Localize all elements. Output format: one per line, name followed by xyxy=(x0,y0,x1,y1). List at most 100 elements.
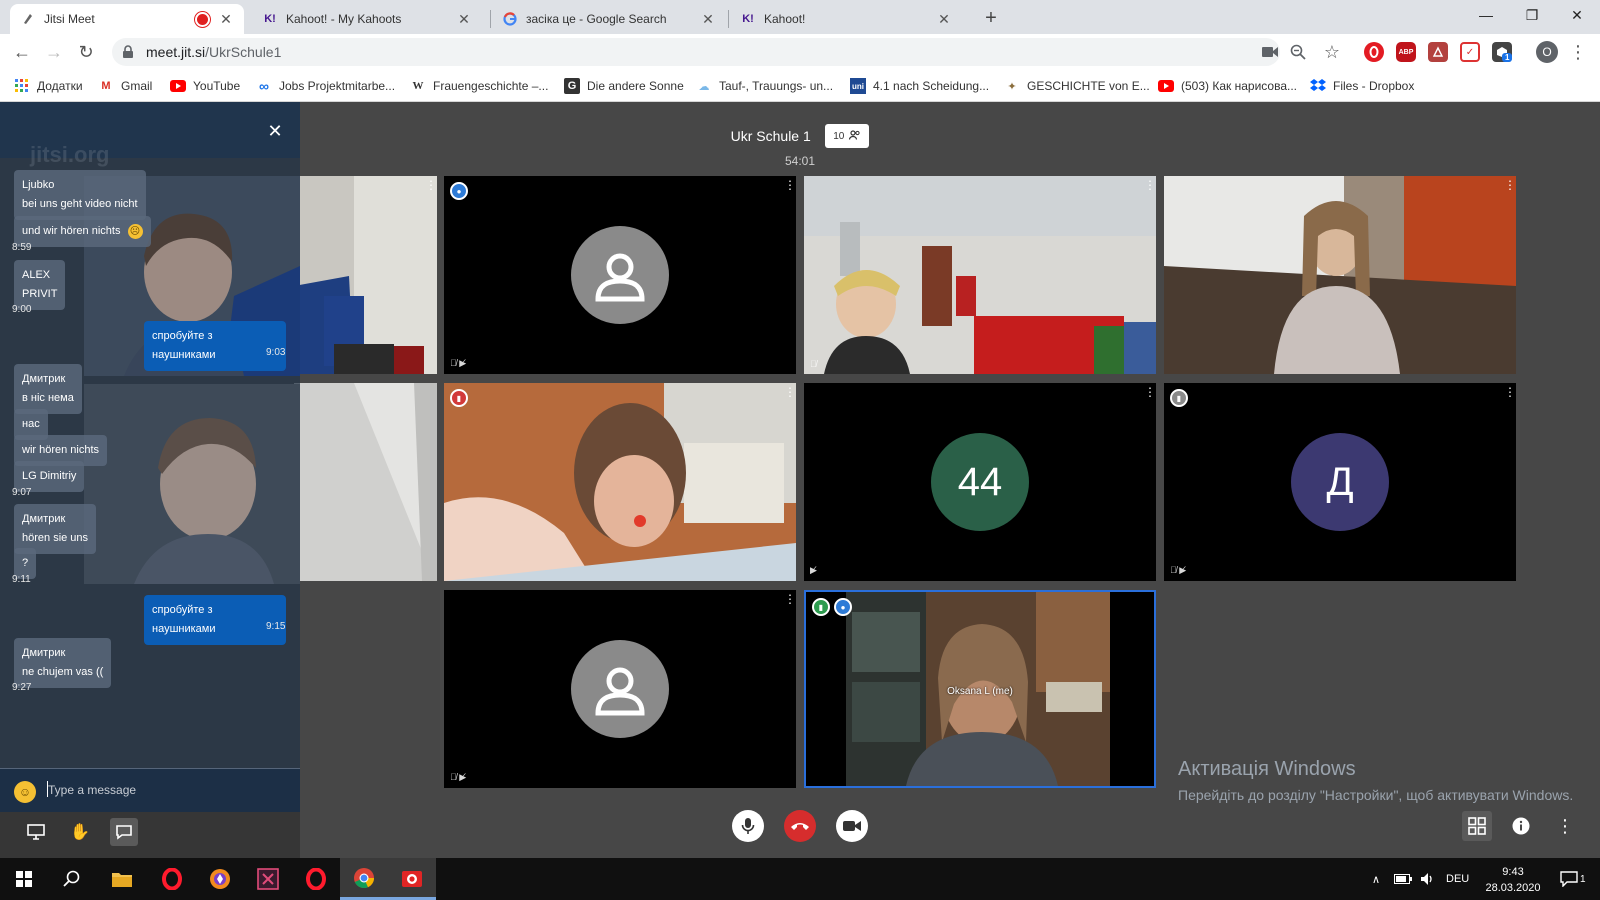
gmail-icon: M xyxy=(101,80,111,92)
bookmark-scheidung[interactable]: uni 4.1 nach Scheidung... xyxy=(850,76,989,96)
extensions-icon[interactable]: 1 xyxy=(1492,42,1513,62)
info-icon xyxy=(1512,817,1530,835)
self-view-tile[interactable]: ▮ ● Oksana L (me) xyxy=(804,590,1156,788)
participant-tile-6[interactable]: ▮ ⋮ xyxy=(444,383,796,581)
tab-google-search[interactable]: засіка це - Google Search ✕ xyxy=(492,4,726,34)
browser-menu-icon[interactable]: ⋮ xyxy=(1566,40,1590,64)
participant-tile-1[interactable]: ⋮ xyxy=(294,176,437,374)
message-text: wir hören nichts xyxy=(22,444,100,456)
adblock-plus-icon[interactable]: ABP xyxy=(1396,42,1416,62)
zoom-icon[interactable] xyxy=(1286,40,1310,64)
bookmark-gmail[interactable]: M Gmail xyxy=(98,76,152,96)
close-tab-icon[interactable]: ✕ xyxy=(936,11,952,28)
message-sender: Дмитрик xyxy=(22,647,66,659)
participant-tile-5[interactable] xyxy=(294,383,437,581)
youtube-icon xyxy=(170,78,186,94)
info-button[interactable] xyxy=(1506,811,1536,841)
tile-menu-icon[interactable]: ⋮ xyxy=(425,179,437,191)
camera-permission-icon[interactable] xyxy=(1258,40,1282,64)
tile-menu-icon[interactable]: ⋮ xyxy=(784,386,796,398)
chat-message-input[interactable]: Type a message xyxy=(48,783,136,797)
windows-start-icon[interactable] xyxy=(0,858,48,900)
close-window-icon[interactable]: ✕ xyxy=(1554,0,1600,30)
g-square-icon: G xyxy=(564,78,580,94)
close-chat-icon[interactable]: ✕ xyxy=(264,120,286,142)
message-text: bei uns geht video nicht xyxy=(22,198,138,210)
tile-menu-icon[interactable]: ⋮ xyxy=(1144,386,1156,398)
tab-kahoot[interactable]: K! Kahoot! ✕ xyxy=(730,4,962,34)
bookmark-youtube-503[interactable]: (503) Как нарисова... xyxy=(1158,76,1297,96)
system-clock[interactable]: 9:43 28.03.2020 xyxy=(1478,864,1548,896)
opera-icon[interactable] xyxy=(148,858,196,900)
tile-menu-icon[interactable]: ⋮ xyxy=(1504,386,1516,398)
tile-menu-icon[interactable]: ⋮ xyxy=(1504,179,1516,191)
tab-jitsi-meet[interactable]: Jitsi Meet ✕ xyxy=(10,4,244,34)
participant-tile-7[interactable]: 44 ⋮ ▶̸ xyxy=(804,383,1156,581)
infinity-icon: ∞ xyxy=(259,78,269,94)
participant-tile-3[interactable]: ⋮ 🎙̸ xyxy=(804,176,1156,374)
message-timestamp: 9:27 xyxy=(12,682,32,693)
close-tab-icon[interactable]: ✕ xyxy=(456,11,472,28)
tile-menu-icon[interactable]: ⋮ xyxy=(784,593,796,605)
browser-shield-icon[interactable] xyxy=(196,858,244,900)
bookmark-dropbox[interactable]: Files - Dropbox xyxy=(1310,76,1414,96)
bookmark-jobs[interactable]: ∞ Jobs Projektmitarbe... xyxy=(256,76,395,96)
chat-message-received: Дмитрик в нiс нема xyxy=(14,364,82,414)
bookmark-label: Додатки xyxy=(37,79,83,93)
hangup-button[interactable] xyxy=(784,810,816,842)
microphone-toggle-button[interactable] xyxy=(732,810,764,842)
tile-view-toggle-button[interactable] xyxy=(1462,811,1492,841)
participant-tile-4[interactable]: ⋮ xyxy=(1164,176,1516,374)
screenshare-button[interactable] xyxy=(22,818,50,846)
chat-toggle-button[interactable] xyxy=(110,818,138,846)
recording-indicator-icon xyxy=(197,13,208,25)
bookmark-frauengeschichte[interactable]: W Frauengeschichte –... xyxy=(410,76,549,96)
profile-avatar[interactable]: O xyxy=(1536,41,1558,63)
bookmark-geschichte[interactable]: ✦ GESCHICHTE von E... xyxy=(1004,76,1149,96)
tab-kahoot-my-kahoots[interactable]: K! Kahoot! - My Kahoots ✕ xyxy=(252,4,482,34)
input-language[interactable]: DEU xyxy=(1446,858,1469,900)
restore-window-icon[interactable]: ❐ xyxy=(1509,0,1555,30)
address-bar[interactable]: meet.jit.si/UkrSchule1 xyxy=(112,38,1280,66)
emoji-picker-icon[interactable]: ☺ xyxy=(14,781,36,803)
chat-underlay-video-2 xyxy=(84,384,300,584)
raise-hand-button[interactable]: ✋ xyxy=(66,818,94,846)
notifications-icon[interactable]: 1 xyxy=(1560,858,1586,900)
participant-tile-2[interactable]: ● ⋮ 🎙̸ ▶̸ xyxy=(444,176,796,374)
new-tab-button[interactable]: + xyxy=(978,6,1004,32)
participant-tile-9[interactable]: ⋮ 🎙̸ ▶̸ xyxy=(444,590,796,788)
raise-hand-icon: ✋ xyxy=(70,824,90,841)
volume-icon[interactable] xyxy=(1420,858,1436,900)
show-hidden-icons[interactable]: ∧ xyxy=(1372,858,1380,900)
close-tab-icon[interactable]: ✕ xyxy=(700,11,716,28)
reload-icon[interactable]: ↻ xyxy=(74,40,98,64)
bookmark-star-icon[interactable]: ☆ xyxy=(1320,40,1344,64)
battery-icon[interactable] xyxy=(1394,858,1412,900)
file-explorer-icon[interactable] xyxy=(98,858,146,900)
chrome-icon[interactable] xyxy=(340,858,388,900)
more-options-icon[interactable]: ⋮ xyxy=(1550,811,1580,841)
participant-video xyxy=(294,176,437,374)
bookmark-die-andere-sonne[interactable]: G Die andere Sonne xyxy=(564,76,684,96)
bookmark-youtube[interactable]: YouTube xyxy=(170,76,240,96)
search-icon[interactable] xyxy=(48,858,96,900)
tile-menu-icon[interactable]: ⋮ xyxy=(1144,179,1156,191)
opera-icon[interactable] xyxy=(292,858,340,900)
tile-menu-icon[interactable]: ⋮ xyxy=(784,179,796,191)
opera-extension-icon[interactable] xyxy=(1364,42,1384,62)
camera-toggle-button[interactable] xyxy=(836,810,868,842)
screen-recorder-icon[interactable] xyxy=(388,858,436,900)
bookmark-tauf[interactable]: ☁ Tauf-, Trauungs- un... xyxy=(696,76,834,96)
app-pink-icon[interactable] xyxy=(244,858,292,900)
back-arrow-icon[interactable]: ← xyxy=(10,40,34,64)
close-tab-icon[interactable]: ✕ xyxy=(218,11,234,28)
pdf-extension-icon[interactable] xyxy=(1428,42,1448,62)
bookmark-apps[interactable]: Додатки xyxy=(14,76,83,96)
participant-count-badge[interactable]: 10 xyxy=(825,124,870,148)
minimize-window-icon[interactable]: — xyxy=(1463,0,1509,30)
participant-tile-8[interactable]: Д ▮ ⋮ 🎙̸ ▶̸ xyxy=(1164,383,1516,581)
pocket-extension-icon[interactable]: ✓ xyxy=(1460,42,1480,62)
message-timestamp: 9:03 xyxy=(266,347,286,358)
youtube-icon xyxy=(1158,78,1174,94)
forward-arrow-icon[interactable]: → xyxy=(42,40,66,64)
